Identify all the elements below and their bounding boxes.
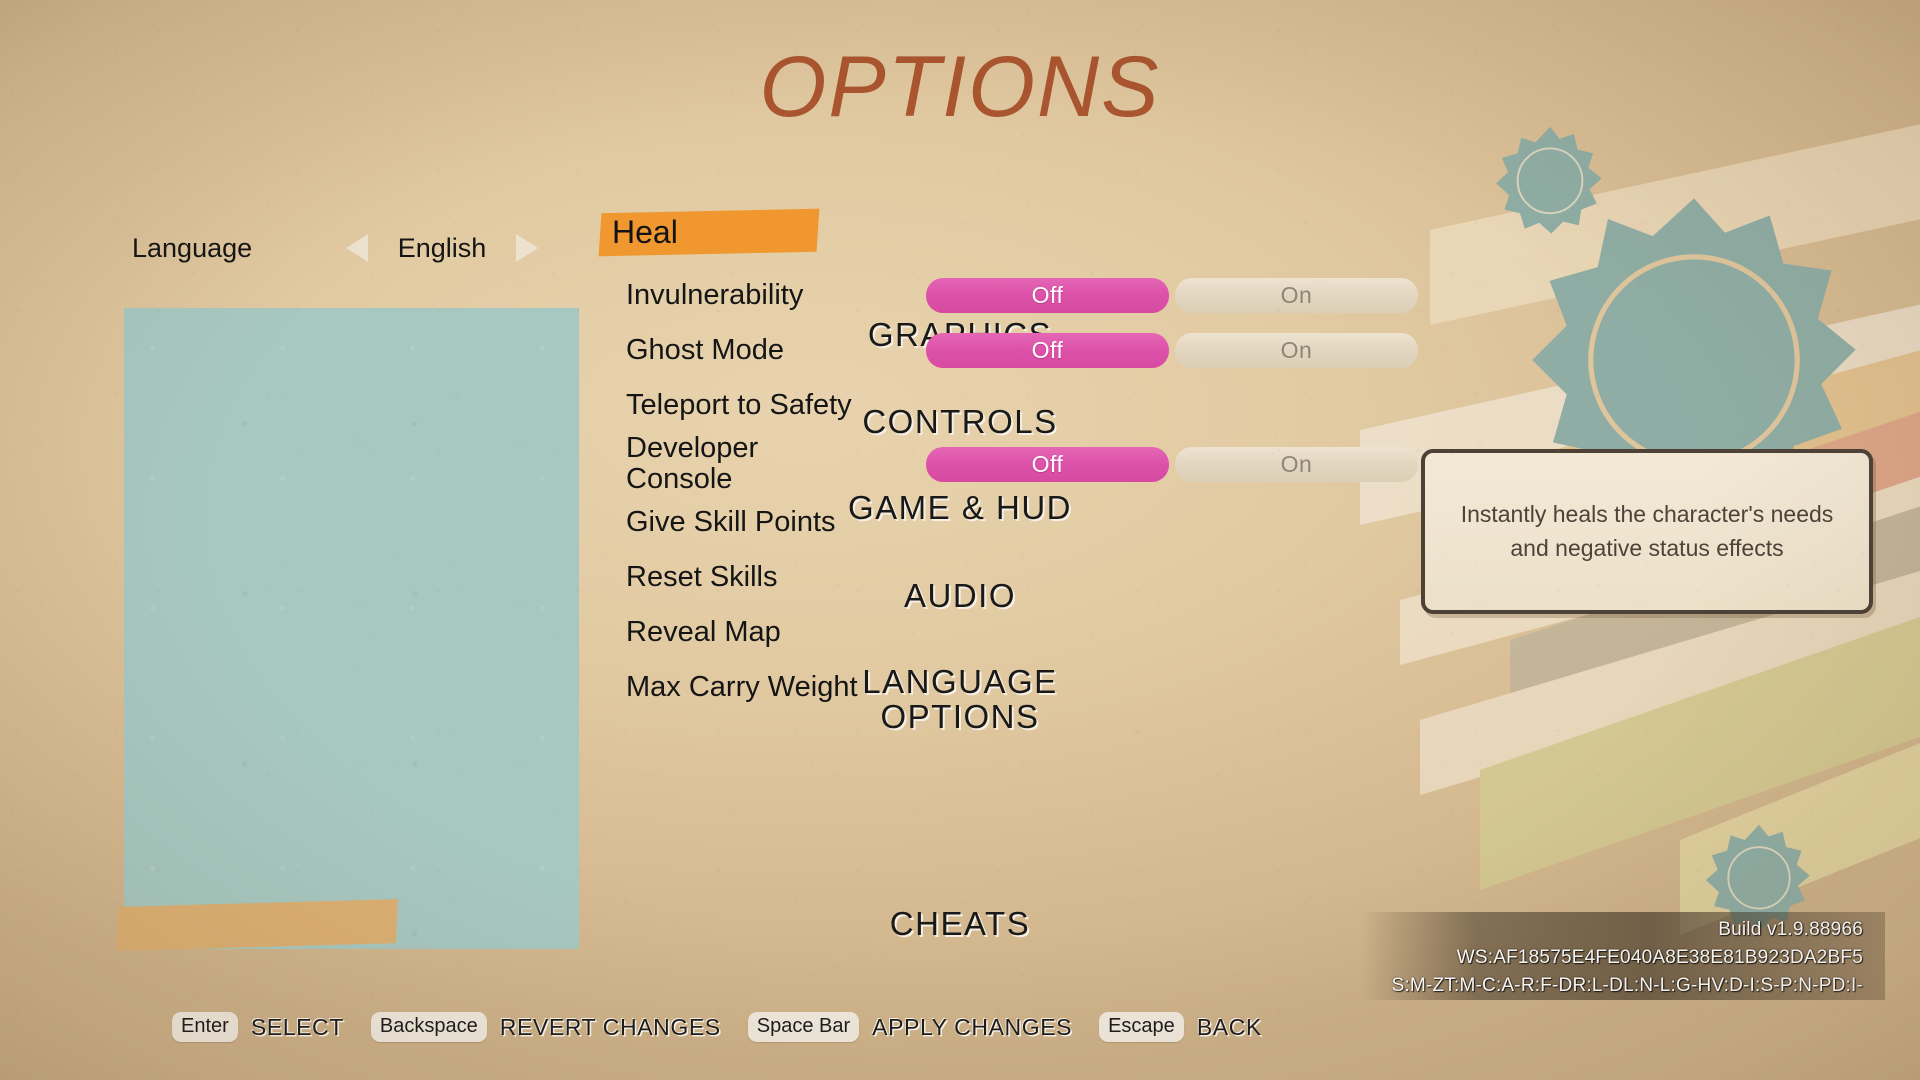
option-label-developer-console-line2: Console bbox=[626, 463, 733, 496]
tooltip-text: Instantly heals the character's needs an… bbox=[1460, 501, 1834, 561]
language-row: Language English bbox=[132, 228, 632, 268]
option-row-ghost-mode[interactable]: Ghost Mode Off On bbox=[626, 323, 1676, 378]
option-label-reveal-map: Reveal Map bbox=[626, 616, 781, 649]
language-label: Language bbox=[132, 232, 253, 263]
triangle-left-icon bbox=[346, 234, 368, 262]
key-action-apply-changes: APPLY CHANGES bbox=[872, 1013, 1073, 1040]
option-label-invulnerability: Invulnerability bbox=[626, 278, 804, 311]
key-chip-backspace[interactable]: Backspace bbox=[370, 1012, 487, 1042]
option-row-invulnerability[interactable]: Invulnerability Off On bbox=[626, 268, 1676, 323]
toggle-on-developer-console[interactable]: On bbox=[1175, 446, 1418, 482]
triangle-right-icon bbox=[516, 234, 538, 262]
toggle-group-invulnerability: Off On bbox=[926, 278, 1418, 313]
option-row-max-carry-weight[interactable]: Max Carry Weight bbox=[626, 661, 1676, 716]
toggle-off-developer-console[interactable]: Off bbox=[926, 446, 1169, 482]
key-action-revert-changes: REVERT CHANGES bbox=[499, 1013, 721, 1040]
key-chip-escape[interactable]: Escape bbox=[1099, 1012, 1184, 1042]
key-chip-enter[interactable]: Enter bbox=[172, 1012, 238, 1042]
build-version: Build v1.9.88966 bbox=[1718, 919, 1863, 940]
option-label-developer-console: Developer Console bbox=[626, 432, 906, 496]
toggle-group-developer-console: Off On bbox=[926, 446, 1418, 482]
option-label-give-skill-points: Give Skill Points bbox=[626, 506, 836, 539]
toggle-on-invulnerability[interactable]: On bbox=[1175, 278, 1418, 313]
option-label-teleport-to-safety: Teleport to Safety bbox=[626, 388, 852, 421]
language-prev-button[interactable] bbox=[342, 233, 372, 263]
language-value: English bbox=[397, 232, 487, 263]
option-label-max-carry-weight: Max Carry Weight bbox=[626, 671, 858, 704]
key-action-back: BACK bbox=[1196, 1013, 1262, 1040]
key-chip-space-bar[interactable]: Space Bar bbox=[747, 1012, 860, 1042]
gear-small-top-icon bbox=[1496, 126, 1602, 234]
option-row-teleport-to-safety[interactable]: Teleport to Safety bbox=[626, 378, 1676, 433]
toggle-off-ghost-mode[interactable]: Off bbox=[926, 333, 1169, 368]
tooltip-panel: Instantly heals the character's needs an… bbox=[1421, 449, 1873, 614]
toggle-off-invulnerability[interactable]: Off bbox=[926, 278, 1169, 313]
hotkey-bar: Enter SELECT Backspace REVERT CHANGES Sp… bbox=[172, 1012, 1276, 1042]
key-action-select: SELECT bbox=[250, 1013, 344, 1040]
build-flags: S:M-ZT:M-C:A-R:F-DR:L-DL:N-L:G-HV:D-I:S-… bbox=[1391, 975, 1863, 997]
options-screen: OPTIONS Language English GRAPHICS CONTRO… bbox=[0, 0, 1920, 1080]
option-label-developer-console-line1: Developer bbox=[626, 432, 759, 464]
build-info: Build v1.9.88966 WS:AF18575E4FE040A8E38E… bbox=[1360, 912, 1885, 1000]
toggle-group-ghost-mode: Off On bbox=[926, 333, 1418, 368]
option-label-ghost-mode: Ghost Mode bbox=[626, 333, 784, 366]
build-workshop-hash: WS:AF18575E4FE040A8E38E81B923DA2BF5 bbox=[1456, 947, 1863, 969]
language-next-button[interactable] bbox=[512, 233, 542, 263]
option-label-reset-skills: Reset Skills bbox=[626, 561, 778, 594]
page-title: OPTIONS bbox=[759, 39, 1161, 135]
toggle-on-ghost-mode[interactable]: On bbox=[1175, 333, 1418, 368]
